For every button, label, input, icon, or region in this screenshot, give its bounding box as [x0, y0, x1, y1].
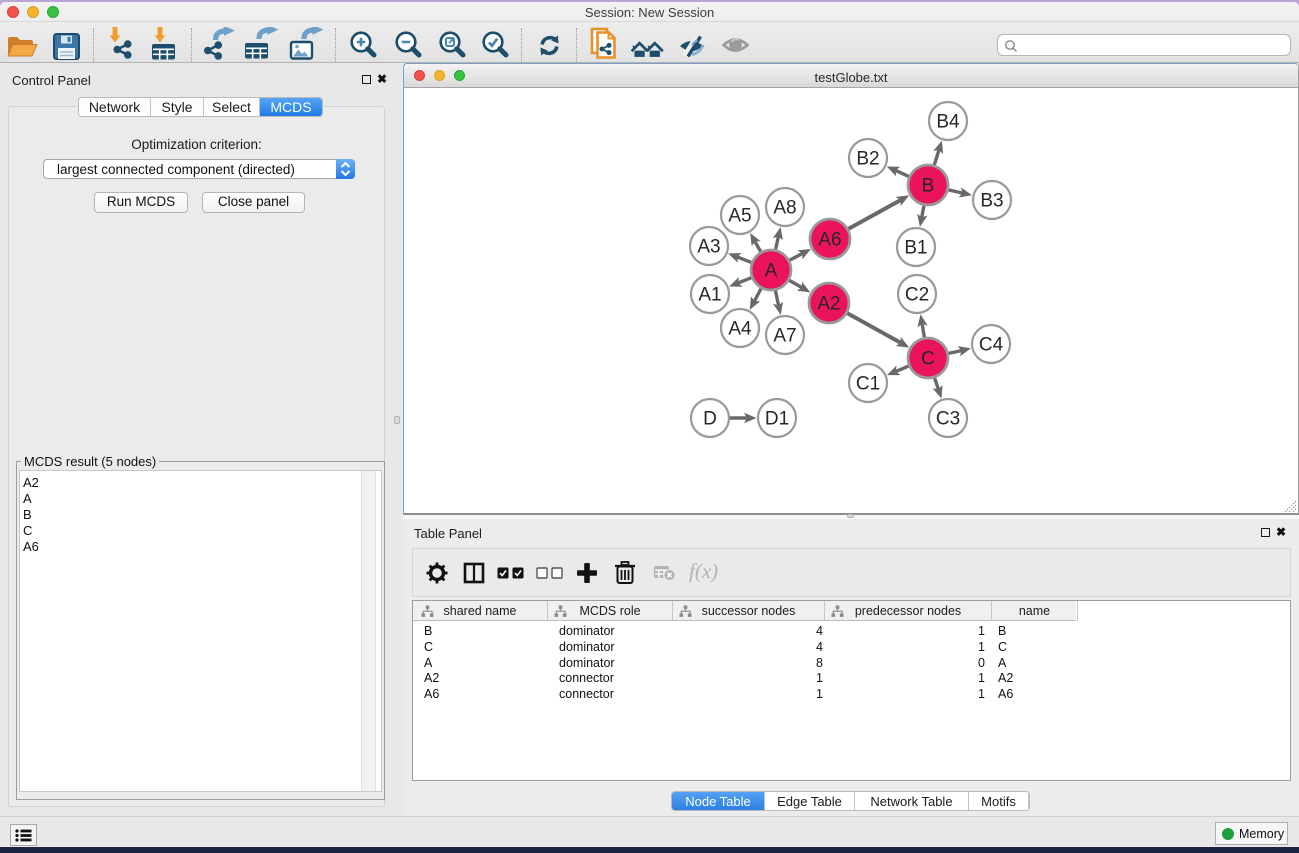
- svg-text:A5: A5: [728, 205, 751, 226]
- svg-text:B1: B1: [904, 237, 927, 258]
- svg-text:A: A: [765, 260, 778, 281]
- svg-text:A2: A2: [817, 293, 840, 314]
- svg-text:B4: B4: [936, 111, 960, 132]
- svg-text:C2: C2: [905, 284, 929, 305]
- svg-text:C4: C4: [979, 334, 1004, 355]
- svg-text:A8: A8: [773, 197, 796, 218]
- svg-text:C: C: [921, 348, 935, 369]
- svg-text:C3: C3: [936, 408, 960, 429]
- svg-text:A1: A1: [698, 284, 721, 305]
- svg-text:D: D: [703, 408, 717, 429]
- svg-text:A6: A6: [818, 229, 841, 250]
- svg-text:B2: B2: [856, 148, 879, 169]
- svg-text:A4: A4: [728, 318, 752, 339]
- svg-text:B3: B3: [980, 190, 1003, 211]
- svg-text:D1: D1: [765, 408, 789, 429]
- svg-text:B: B: [922, 175, 935, 196]
- svg-text:A7: A7: [773, 325, 796, 346]
- svg-text:A3: A3: [697, 236, 720, 257]
- svg-text:C1: C1: [856, 373, 880, 394]
